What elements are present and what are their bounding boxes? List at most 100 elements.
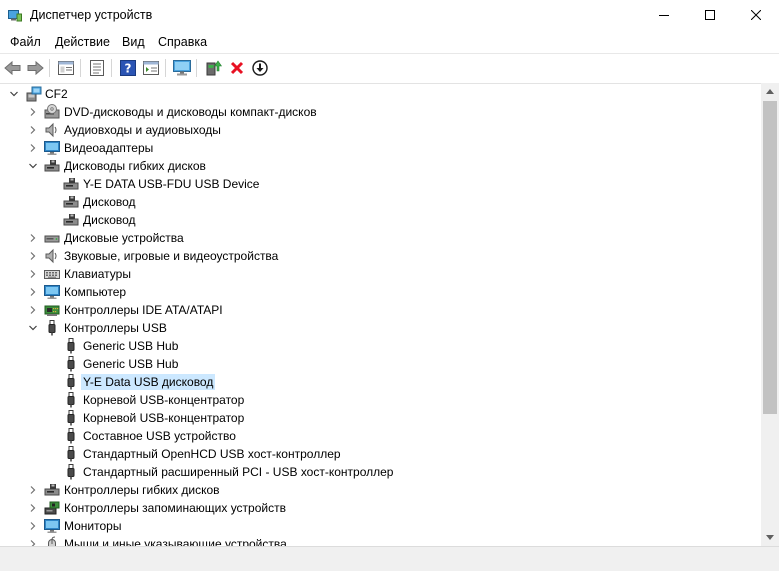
device-label: Дисковод [83, 213, 136, 227]
vertical-scrollbar[interactable] [761, 83, 779, 546]
category-keyboards[interactable]: Клавиатуры [0, 265, 761, 283]
scan-hardware-button[interactable] [172, 58, 192, 78]
usb-plug-icon [63, 338, 79, 354]
update-driver-button[interactable] [204, 58, 224, 78]
chevron-right-icon[interactable] [27, 142, 39, 154]
device-label: Мыши и иные указывающие устройства [64, 537, 287, 546]
device-label: Корневой USB-концентратор [83, 393, 245, 407]
device-item-selected[interactable]: Y-E Data USB дисковод [0, 373, 761, 391]
ide-controller-icon [44, 302, 60, 318]
device-label: Мониторы [64, 519, 122, 533]
help-button[interactable]: ? [118, 58, 138, 78]
chevron-right-icon[interactable] [27, 106, 39, 118]
device-item[interactable]: Корневой USB-концентратор [0, 409, 761, 427]
scroll-down-icon [766, 535, 774, 540]
red-x-icon [230, 61, 244, 75]
chevron-down-icon[interactable] [27, 322, 39, 334]
scrollbar-thumb[interactable] [763, 101, 777, 414]
chevron-right-icon[interactable] [27, 268, 39, 280]
device-item[interactable]: Дисковод [0, 211, 761, 229]
category-floppy-drives[interactable]: Дисководы гибких дисков [0, 157, 761, 175]
view-details-icon [143, 61, 159, 75]
tree-root[interactable]: CF2 [0, 85, 761, 103]
menu-help[interactable]: Справка [158, 35, 207, 49]
device-label: Видеоадаптеры [64, 141, 154, 155]
view-details-button[interactable] [141, 58, 161, 78]
chevron-right-icon[interactable] [27, 502, 39, 514]
device-tree: CF2 DVD-дисководы и дисководы компакт-дис… [0, 83, 761, 546]
category-storage-controllers[interactable]: Контроллеры запоминающих устройств [0, 499, 761, 517]
device-item[interactable]: Корневой USB-концентратор [0, 391, 761, 409]
device-label: Компьютер [64, 285, 127, 299]
down-arrow-circle-icon [252, 60, 268, 76]
chevron-down-icon[interactable] [8, 88, 20, 100]
menu-action[interactable]: Действие [55, 35, 110, 49]
category-mice[interactable]: Мыши и иные указывающие устройства [0, 535, 761, 546]
floppy-drive-icon [44, 158, 60, 174]
chevron-right-icon[interactable] [27, 520, 39, 532]
show-hide-button[interactable] [87, 58, 107, 78]
category-sound[interactable]: Звуковые, игровые и видеоустройства [0, 247, 761, 265]
computer-icon [26, 86, 42, 102]
menu-file[interactable]: Файл [10, 35, 41, 49]
update-driver-icon [206, 60, 222, 76]
device-item[interactable]: Стандартный расширенный PCI - USB хост-к… [0, 463, 761, 481]
category-dvd[interactable]: DVD-дисководы и дисководы компакт-дисков [0, 103, 761, 121]
category-ide[interactable]: Контроллеры IDE ATA/ATAPI [0, 301, 761, 319]
back-button[interactable] [3, 58, 23, 78]
minimize-button[interactable] [641, 0, 687, 30]
scroll-up-button[interactable] [761, 83, 779, 100]
display-adapter-icon [44, 140, 60, 156]
chevron-right-icon[interactable] [27, 304, 39, 316]
floppy-drive-icon [63, 176, 79, 192]
floppy-drive-icon [63, 212, 79, 228]
chevron-down-icon[interactable] [27, 160, 39, 172]
chevron-right-icon[interactable] [27, 484, 39, 496]
device-label: Стандартный OpenHCD USB хост-контроллер [83, 447, 341, 461]
usb-plug-icon [63, 464, 79, 480]
device-label: Generic USB Hub [83, 357, 179, 371]
disable-device-button[interactable] [250, 58, 270, 78]
device-label: Аудиовходы и аудиовыходы [64, 123, 221, 137]
close-icon [751, 10, 761, 20]
mouse-icon [44, 536, 60, 546]
device-label: CF2 [45, 87, 68, 101]
chevron-right-icon[interactable] [27, 124, 39, 136]
category-audio-io[interactable]: Аудиовходы и аудиовыходы [0, 121, 761, 139]
device-item[interactable]: Y-E DATA USB-FDU USB Device [0, 175, 761, 193]
forward-arrow-icon [27, 60, 44, 76]
device-label: DVD-дисководы и дисководы компакт-дисков [64, 105, 317, 119]
properties-window-button[interactable] [56, 58, 76, 78]
chevron-right-icon[interactable] [27, 232, 39, 244]
chevron-right-icon[interactable] [27, 286, 39, 298]
device-label: Generic USB Hub [83, 339, 179, 353]
device-item[interactable]: Дисковод [0, 193, 761, 211]
title-bar: Диспетчер устройств [0, 0, 779, 31]
disk-drive-icon [44, 230, 60, 246]
uninstall-device-button[interactable] [227, 58, 247, 78]
device-item[interactable]: Составное USB устройство [0, 427, 761, 445]
device-item[interactable]: Generic USB Hub [0, 337, 761, 355]
category-usb[interactable]: Контроллеры USB [0, 319, 761, 337]
usb-plug-icon [63, 392, 79, 408]
category-disk-devices[interactable]: Дисковые устройства [0, 229, 761, 247]
usb-plug-icon [63, 428, 79, 444]
category-video-adapters[interactable]: Видеоадаптеры [0, 139, 761, 157]
monitor-icon [44, 518, 60, 534]
chevron-right-icon[interactable] [27, 250, 39, 262]
maximize-icon [705, 10, 715, 20]
category-computer[interactable]: Компьютер [0, 283, 761, 301]
device-item[interactable]: Generic USB Hub [0, 355, 761, 373]
maximize-button[interactable] [687, 0, 733, 30]
scroll-down-button[interactable] [761, 529, 779, 546]
device-manager-icon [8, 9, 22, 22]
category-floppy-controllers[interactable]: Контроллеры гибких дисков [0, 481, 761, 499]
close-button[interactable] [733, 0, 779, 30]
floppy-drive-icon [44, 482, 60, 498]
storage-controller-icon [44, 500, 60, 516]
forward-button[interactable] [25, 58, 45, 78]
device-item[interactable]: Стандартный OpenHCD USB хост-контроллер [0, 445, 761, 463]
chevron-right-icon[interactable] [27, 538, 39, 546]
category-monitors[interactable]: Мониторы [0, 517, 761, 535]
menu-view[interactable]: Вид [122, 35, 145, 49]
